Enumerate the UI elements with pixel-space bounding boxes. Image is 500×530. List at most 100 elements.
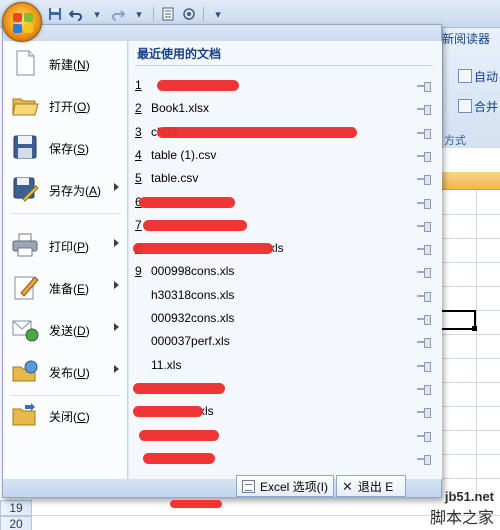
- selected-cell[interactable]: [442, 310, 476, 330]
- autofill-button[interactable]: 自动: [458, 66, 498, 86]
- pin-icon[interactable]: [417, 151, 431, 162]
- merge-icon: [458, 99, 472, 113]
- row-number[interactable]: 20: [0, 516, 32, 530]
- pin-icon[interactable]: [417, 384, 431, 395]
- menu-save-as[interactable]: 另存为(A): [3, 169, 128, 209]
- chevron-down-icon[interactable]: ▾: [88, 5, 106, 23]
- fill-handle[interactable]: [472, 326, 477, 331]
- pin-icon[interactable]: [417, 105, 431, 116]
- redaction-mark: [143, 452, 215, 464]
- watermark: jb51.net 脚本之家: [430, 489, 494, 528]
- recent-document-number: 1: [135, 78, 142, 92]
- menu-print-label: 打印(P): [49, 240, 90, 254]
- menu-close-label: 关闭(C): [49, 410, 90, 424]
- menu-close[interactable]: 关闭(C): [3, 395, 128, 435]
- recent-document-item[interactable]: 000932cons.xls: [129, 307, 442, 330]
- toolbar-divider: [153, 7, 154, 21]
- recent-document-item[interactable]: 11.xls: [129, 354, 442, 377]
- menu-header-strip: [3, 25, 441, 41]
- recent-document-item[interactable]: h30318cons.xls: [129, 284, 442, 307]
- pin-icon[interactable]: [417, 82, 431, 92]
- menu-prepare[interactable]: 准备(E): [3, 267, 128, 307]
- recent-document-item[interactable]: 8xls: [129, 237, 442, 260]
- recent-document-name: 000998cons.xls: [151, 264, 235, 279]
- send-icon: [11, 315, 39, 343]
- menu-publish[interactable]: 发布(U): [3, 351, 128, 391]
- print-preview-icon[interactable]: [159, 5, 177, 23]
- menu-save[interactable]: 保存(S): [3, 127, 128, 167]
- redaction-mark: [133, 243, 273, 255]
- tab-reader[interactable]: 新阅读器: [442, 30, 500, 48]
- submenu-arrow-icon: [114, 183, 119, 191]
- redaction-mark: [139, 196, 235, 208]
- submenu-arrow-icon: [114, 281, 119, 289]
- pin-icon[interactable]: [417, 128, 431, 139]
- worksheet-grid[interactable]: [442, 148, 500, 530]
- recent-document-item[interactable]: xls: [129, 400, 442, 423]
- recent-document-item[interactable]: [129, 424, 442, 447]
- menu-open-label: 打开(O): [49, 100, 91, 114]
- recent-documents-panel: 最近使用的文档 1 2 Book1.xlsx 3ch09 4 table (1).csv 5…: [129, 41, 442, 479]
- redaction-mark: [133, 382, 225, 394]
- redaction-mark: [157, 80, 239, 91]
- menu-send-label: 发送(D): [49, 324, 90, 338]
- pin-icon[interactable]: [417, 175, 431, 186]
- exit-excel-button[interactable]: ✕ 退出 E: [336, 475, 406, 497]
- menu-open[interactable]: 打开(O): [3, 85, 128, 125]
- submenu-arrow-icon: [114, 323, 119, 331]
- pin-icon[interactable]: [417, 315, 431, 325]
- undo-icon[interactable]: [67, 5, 85, 23]
- command-list: 新建(N) 打开(O) 保存(S) 另存为(A) 打印(P) 准备(E) 发送(…: [3, 41, 128, 495]
- pin-icon[interactable]: [417, 198, 431, 209]
- recent-document-name: table.csv: [151, 171, 199, 186]
- recent-document-item[interactable]: 5 table.csv: [129, 167, 442, 190]
- camera-icon[interactable]: [180, 5, 198, 23]
- recent-documents-title: 最近使用的文档: [137, 47, 222, 61]
- customize-icon[interactable]: ▾: [209, 5, 227, 23]
- options-icon: [242, 479, 255, 493]
- row-number[interactable]: 19: [0, 500, 32, 516]
- chevron-down-icon[interactable]: ▾: [130, 5, 148, 23]
- submenu-arrow-icon: [114, 365, 119, 373]
- redaction-mark: [139, 429, 219, 441]
- office-button[interactable]: [2, 2, 42, 42]
- recent-document-name: h30318cons.xls: [151, 287, 235, 302]
- excel-options-button[interactable]: Excel 选项(I): [236, 475, 334, 497]
- pin-icon[interactable]: [417, 221, 431, 232]
- pin-icon[interactable]: [417, 291, 431, 302]
- close-icon: ✕: [342, 478, 353, 494]
- merge-button[interactable]: 合并: [458, 96, 498, 116]
- menu-new[interactable]: 新建(N): [3, 43, 128, 83]
- printer-icon: [11, 231, 39, 259]
- pin-icon[interactable]: [417, 431, 431, 442]
- recent-document-number: 4: [135, 147, 142, 162]
- recent-document-item[interactable]: 7: [129, 214, 442, 237]
- recent-document-item[interactable]: 000037perf.xls: [129, 330, 442, 353]
- redaction-mark: [170, 500, 222, 508]
- recent-document-item[interactable]: 3ch09: [129, 121, 442, 144]
- prepare-icon: [11, 273, 39, 301]
- redo-icon[interactable]: [109, 5, 127, 23]
- recent-document-item[interactable]: [129, 377, 442, 400]
- pin-icon[interactable]: [417, 408, 431, 419]
- autofill-label: 自动: [474, 69, 499, 84]
- recent-document-item[interactable]: 9 000998cons.xls: [129, 260, 442, 283]
- recent-document-item[interactable]: 2 Book1.xlsx: [129, 97, 442, 120]
- pin-icon[interactable]: [417, 361, 431, 372]
- divider: [135, 65, 433, 66]
- menu-print[interactable]: 打印(P): [3, 225, 128, 265]
- pin-icon[interactable]: [417, 245, 431, 256]
- recent-document-item[interactable]: 1: [129, 74, 442, 97]
- save-icon[interactable]: [46, 5, 64, 23]
- recent-document-item[interactable]: [129, 447, 442, 470]
- pin-icon[interactable]: [417, 454, 431, 465]
- recent-document-number: 5: [135, 171, 142, 186]
- recent-document-item[interactable]: 6: [129, 191, 442, 214]
- column-header[interactable]: [442, 172, 500, 190]
- menu-publish-label: 发布(U): [49, 366, 90, 380]
- recent-document-item[interactable]: 4 table (1).csv: [129, 144, 442, 167]
- row-header-strip: 19 20: [0, 496, 500, 530]
- pin-icon[interactable]: [417, 338, 431, 349]
- pin-icon[interactable]: [417, 268, 431, 279]
- menu-send[interactable]: 发送(D): [3, 309, 128, 349]
